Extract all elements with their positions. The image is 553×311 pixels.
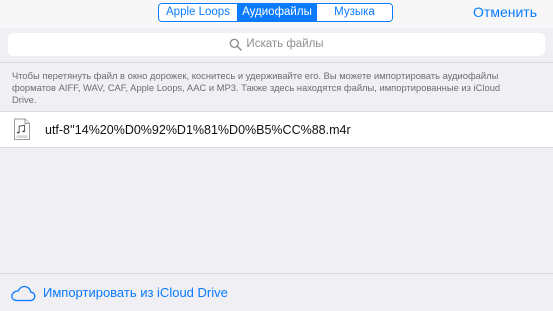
search-bar: Искать файлы bbox=[0, 28, 553, 62]
divider bbox=[0, 62, 553, 63]
search-icon bbox=[230, 38, 243, 51]
file-name: utf-8''14%20%D0%92%D1%81%D0%B5%CC%88.m4r bbox=[45, 123, 351, 137]
import-icloud-button[interactable]: Импортировать из iCloud Drive bbox=[43, 285, 228, 300]
cloud-icon bbox=[11, 285, 36, 302]
icloud-import-bar[interactable]: Импортировать из iCloud Drive bbox=[0, 273, 553, 311]
segment-music[interactable]: Музыка bbox=[316, 4, 392, 21]
cancel-button[interactable]: Отменить bbox=[473, 4, 537, 20]
segment-audio-files[interactable]: Аудиофайлы bbox=[237, 4, 316, 21]
segment-apple-loops[interactable]: Apple Loops bbox=[159, 4, 237, 21]
source-segmented-control: Apple Loops Аудиофайлы Музыка bbox=[158, 3, 393, 22]
audio-file-icon bbox=[14, 118, 30, 140]
instructions-text: Чтобы перетянуть файл в окно дорожек, ко… bbox=[12, 70, 501, 105]
file-list-item[interactable]: utf-8''14%20%D0%92%D1%81%D0%B5%CC%88.m4r bbox=[0, 111, 553, 148]
search-input[interactable]: Искать файлы bbox=[8, 33, 545, 56]
search-placeholder: Искать файлы bbox=[246, 38, 324, 50]
top-toolbar: Apple Loops Аудиофайлы Музыка Отменить bbox=[0, 0, 553, 28]
